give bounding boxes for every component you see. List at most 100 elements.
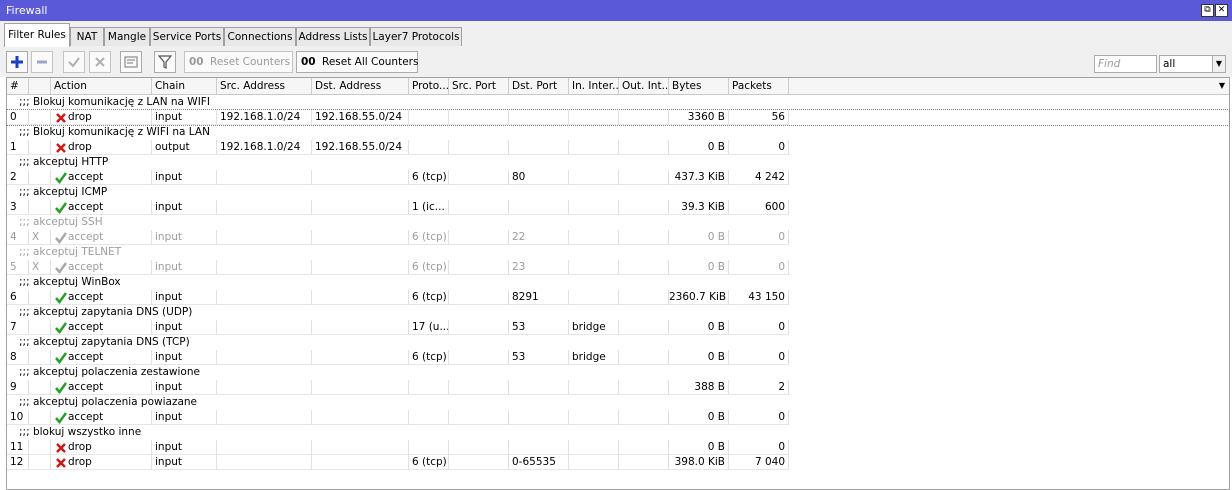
col-action[interactable]: Action: [51, 78, 152, 94]
row-out-interface: [619, 380, 669, 395]
rule-comment[interactable]: ;;; akceptuj polaczenia powiazane: [7, 395, 1229, 410]
col-dst-port[interactable]: Dst. Port: [509, 78, 569, 94]
row-in-interface: [569, 440, 619, 455]
row-src-port: [449, 170, 509, 185]
tab-strip: Filter Rules NAT Mangle Service Ports Co…: [0, 21, 1232, 48]
comment-button[interactable]: [120, 51, 142, 73]
remove-button[interactable]: [31, 51, 53, 73]
rule-comment-text: ;;; akceptuj zapytania DNS (TCP): [19, 336, 190, 348]
col-packets[interactable]: Packets: [729, 78, 789, 94]
row-src-address: 192.168.1.0/24: [217, 110, 312, 125]
column-menu-icon[interactable]: ▼: [1215, 78, 1229, 94]
table-row[interactable]: 6 accept input 6 (tcp) 8291 2360.7 KiB 43 150: [7, 290, 1229, 305]
tab-mangle[interactable]: Mangle: [104, 27, 150, 46]
action-label: drop: [68, 141, 92, 153]
rule-comment[interactable]: ;;; blokuj wszystko inne: [7, 425, 1229, 440]
col-src-address[interactable]: Src. Address: [217, 78, 312, 94]
enable-button[interactable]: [63, 51, 85, 73]
rule-comment[interactable]: ;;; akceptuj SSH: [7, 215, 1229, 230]
row-chain: input: [152, 110, 217, 125]
rule-comment-text: ;;; akceptuj SSH: [19, 216, 103, 228]
row-chain: input: [152, 260, 217, 275]
row-in-interface: bridge: [569, 320, 619, 335]
row-src-address: [217, 290, 312, 305]
table-row[interactable]: 12 drop input 6 (tcp) 0-65535 398.0 KiB 7 040: [7, 455, 1229, 470]
reset-all-counters-button[interactable]: 00 Reset All Counters: [296, 51, 418, 73]
rule-comment-text: ;;; blokuj wszystko inne: [19, 426, 142, 438]
row-bytes: 0 B: [669, 140, 729, 155]
disable-button[interactable]: [89, 51, 111, 73]
check-icon: [68, 57, 80, 68]
rule-comment[interactable]: ;;; akceptuj TELNET: [7, 245, 1229, 260]
rule-comment[interactable]: ;;; akceptuj WinBox: [7, 275, 1229, 290]
row-src-address: [217, 200, 312, 215]
col-dst-address[interactable]: Dst. Address: [312, 78, 409, 94]
add-button[interactable]: [6, 51, 28, 73]
row-bytes: 0 B: [669, 320, 729, 335]
rule-comment[interactable]: ;;; akceptuj zapytania DNS (TCP): [7, 335, 1229, 350]
rule-comment[interactable]: ;;; Blokuj komunikację z WIFI na LAN: [7, 125, 1229, 140]
table-row[interactable]: 3 accept input 1 (ic... 39.3 KiB 600: [7, 200, 1229, 215]
row-src-port: [449, 110, 509, 125]
row-protocol: 1 (ic...: [409, 200, 449, 215]
row-protocol: [409, 110, 449, 125]
col-src-port[interactable]: Src. Port: [449, 78, 509, 94]
table-row[interactable]: 5 Xaccept input 6 (tcp) 23 0 B0: [7, 260, 1229, 275]
table-row[interactable]: 0 drop input 192.168.1.0/24 192.168.55.0/24 3…: [6, 109, 1230, 126]
row-bytes: 388 B: [669, 380, 729, 395]
row-bytes: 398.0 KiB: [669, 455, 729, 470]
table-row[interactable]: 1 drop output 192.168.1.0/24 192.168.55.0/24…: [7, 140, 1229, 155]
action-label: drop: [68, 111, 92, 123]
filter-select[interactable]: all: [1159, 55, 1216, 73]
row-dst-port: [509, 110, 569, 125]
row-action: accept: [51, 320, 152, 335]
table-row[interactable]: 10 accept input 0 B0: [7, 410, 1229, 425]
row-number: 2: [7, 170, 29, 185]
tab-nat[interactable]: NAT: [70, 27, 104, 46]
find-input[interactable]: Find: [1094, 55, 1157, 73]
col-protocol[interactable]: Proto...: [409, 78, 449, 94]
col-flag[interactable]: [29, 78, 51, 94]
tab-layer7-protocols[interactable]: Layer7 Protocols: [370, 27, 462, 46]
col-chain[interactable]: Chain: [152, 78, 217, 94]
row-dst-port: 53: [509, 320, 569, 335]
restore-icon[interactable]: ⧉: [1201, 4, 1214, 17]
row-out-interface: [619, 410, 669, 425]
row-src-port: [449, 230, 509, 245]
row-dst-address: 192.168.55.0/24: [312, 140, 409, 155]
close-icon[interactable]: ✕: [1215, 4, 1228, 17]
row-number: 3: [7, 200, 29, 215]
row-number: 1: [7, 140, 29, 155]
col-number[interactable]: #: [7, 78, 29, 94]
rule-comment[interactable]: ;;; Blokuj komunikację z LAN na WIFI: [7, 95, 1229, 110]
tab-filter-rules[interactable]: Filter Rules: [4, 23, 70, 47]
reset-counters-button[interactable]: 00 Reset Counters: [184, 51, 293, 73]
row-src-port: [449, 290, 509, 305]
row-chain: input: [152, 200, 217, 215]
col-out-interface[interactable]: Out. Int...: [619, 78, 669, 94]
row-src-address: 192.168.1.0/24: [217, 140, 312, 155]
drop-x-icon: [56, 458, 66, 468]
row-chain: input: [152, 455, 217, 470]
tab-service-ports[interactable]: Service Ports: [150, 27, 224, 46]
table-row[interactable]: 11 drop input 0 B0: [7, 440, 1229, 455]
tab-connections[interactable]: Connections: [224, 27, 296, 46]
rule-comment[interactable]: ;;; akceptuj polaczenia zestawione: [7, 365, 1229, 380]
table-row[interactable]: 8 accept input 6 (tcp) 53 bridge 0 B0: [7, 350, 1229, 365]
row-protocol: 6 (tcp): [409, 260, 449, 275]
col-in-interface[interactable]: In. Inter...: [569, 78, 619, 94]
row-chain: input: [152, 170, 217, 185]
filter-button[interactable]: [154, 51, 176, 73]
rule-comment[interactable]: ;;; akceptuj HTTP: [7, 155, 1229, 170]
row-number: 11: [7, 440, 29, 455]
col-bytes[interactable]: Bytes: [669, 78, 729, 94]
reset-all-counters-label: Reset All Counters: [322, 56, 419, 68]
rule-comment[interactable]: ;;; akceptuj ICMP: [7, 185, 1229, 200]
table-row[interactable]: 9 accept input 388 B2: [7, 380, 1229, 395]
chevron-down-icon[interactable]: ▼: [1212, 55, 1226, 73]
table-row[interactable]: 7 accept input 17 (u... 53 bridge 0 B0: [7, 320, 1229, 335]
rule-comment[interactable]: ;;; akceptuj zapytania DNS (UDP): [7, 305, 1229, 320]
table-row[interactable]: 2 accept input 6 (tcp) 80 437.3 KiB 4 242: [7, 170, 1229, 185]
tab-address-lists[interactable]: Address Lists: [296, 27, 370, 46]
table-row[interactable]: 4 Xaccept input 6 (tcp) 22 0 B0: [7, 230, 1229, 245]
